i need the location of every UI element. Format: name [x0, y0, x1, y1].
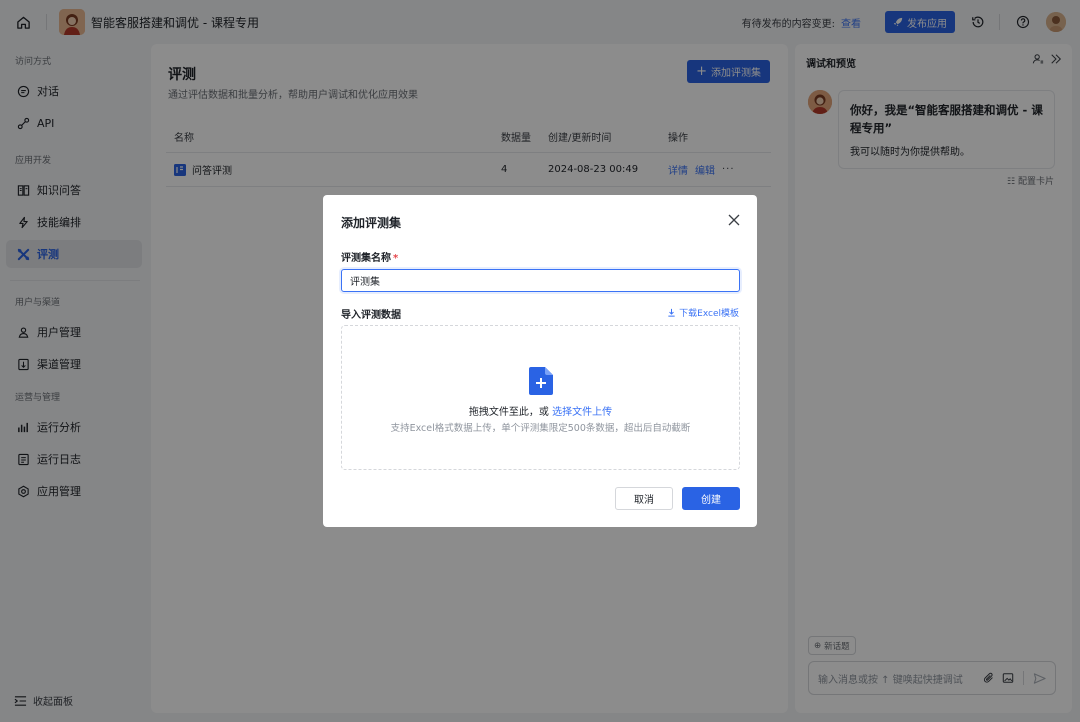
select-file-link[interactable]: 选择文件上传 — [552, 407, 612, 418]
download-icon — [668, 308, 675, 317]
file-dropzone[interactable]: 拖拽文件至此，或 选择文件上传 支持Excel格式数据上传，单个评测集限定500… — [341, 325, 740, 470]
required-mark: * — [393, 253, 399, 264]
create-button[interactable]: 创建 — [682, 487, 740, 510]
drop-hint: 支持Excel格式数据上传，单个评测集限定500条数据，超出后自动截断 — [390, 423, 691, 434]
add-eval-set-dialog: 添加评测集 评测集名称* 导入评测数据 下载Excel模板 拖拽文件至此，或 选… — [323, 195, 757, 527]
add-file-icon — [529, 367, 553, 395]
import-data-label: 导入评测数据 — [341, 310, 401, 321]
eval-set-name-input[interactable] — [341, 269, 740, 292]
drop-text: 拖拽文件至此，或 — [468, 407, 549, 418]
close-icon[interactable] — [727, 213, 741, 227]
name-field-label: 评测集名称 * — [341, 253, 399, 264]
cancel-button[interactable]: 取消 — [615, 487, 673, 510]
download-template-link[interactable]: 下载Excel模板 — [667, 306, 739, 319]
dialog-title: 添加评测集 — [341, 216, 402, 230]
